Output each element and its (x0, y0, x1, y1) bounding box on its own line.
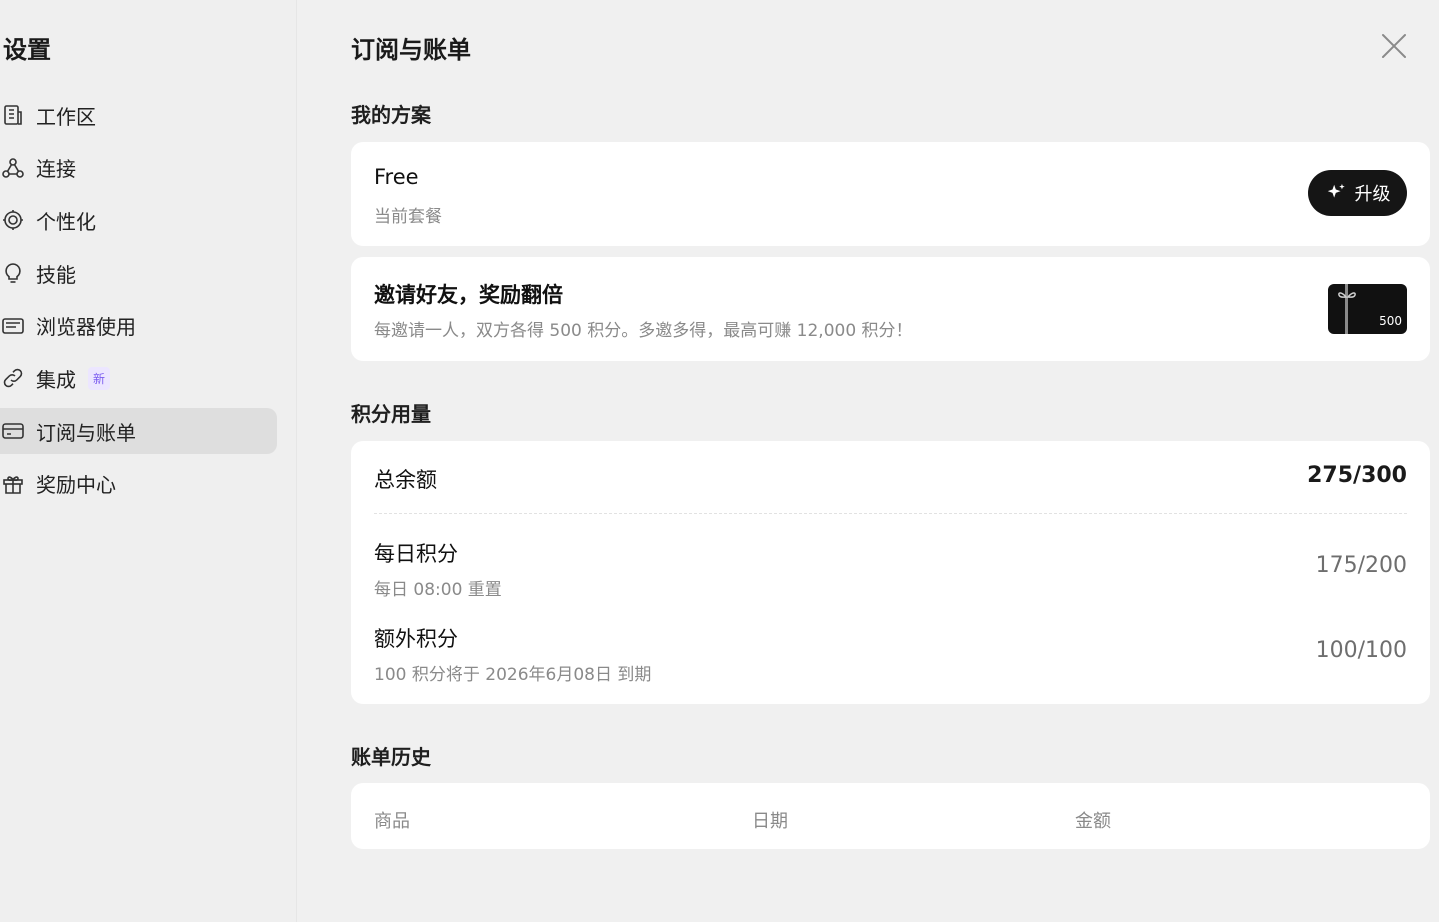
sidebar-item-label: 集成 (36, 367, 76, 392)
sparkle-icon (1327, 183, 1345, 198)
divider (374, 513, 1407, 514)
sidebar-item-rewards-center[interactable]: 奖励中心 (0, 461, 277, 507)
credits-section-title: 积分用量 (351, 402, 431, 426)
sidebar-item-integrations[interactable]: 集成 新 (0, 355, 277, 401)
daily-credits-label: 每日积分 (374, 542, 458, 566)
sidebar-item-label: 奖励中心 (36, 473, 116, 498)
total-balance-label: 总余额 (374, 468, 437, 492)
billing-main-panel: 订阅与账单 我的方案 Free 当前套餐 升级 邀请好友，奖励翻倍 每邀请一人，… (351, 0, 1430, 922)
current-plan-card: Free 当前套餐 升级 (351, 142, 1430, 246)
sidebar-item-label: 个性化 (36, 209, 96, 234)
sidebar-nav: 工作区 连接 个性化 技能 浏览器使用 集成 新 订阅与账单 奖励中心 (0, 92, 277, 514)
plan-subtitle: 当前套餐 (374, 207, 442, 227)
gift-bow-icon (1338, 292, 1356, 298)
invite-friends-card[interactable]: 邀请好友，奖励翻倍 每邀请一人，双方各得 500 积分。多邀多得，最高可赚 12… (351, 257, 1430, 361)
sidebar-item-skills[interactable]: 技能 (0, 250, 277, 296)
column-header-amount: 金额 (1075, 811, 1111, 832)
daily-credits-value: 175/200 (1315, 553, 1407, 578)
sidebar-item-workspace[interactable]: 工作区 (0, 92, 277, 138)
page-title: 订阅与账单 (351, 36, 471, 64)
billing-history-table: 商品 日期 金额 (351, 783, 1430, 849)
link-icon (0, 365, 26, 391)
gift-icon (0, 471, 26, 497)
column-header-product: 商品 (374, 811, 410, 832)
sidebar-title: 设置 (3, 36, 51, 64)
upgrade-button[interactable]: 升级 (1308, 170, 1407, 216)
sidebar-item-subscription-billing[interactable]: 订阅与账单 (0, 408, 277, 455)
sidebar-item-browser-use[interactable]: 浏览器使用 (0, 303, 277, 349)
daily-credits-subtitle: 每日 08:00 重置 (374, 580, 502, 600)
column-header-date: 日期 (752, 811, 788, 832)
gift-amount: 500 (1379, 314, 1402, 328)
extra-credits-label: 额外积分 (374, 627, 458, 651)
browser-icon (0, 313, 26, 339)
sidebar-item-label: 技能 (36, 262, 76, 287)
building-icon (0, 102, 26, 128)
billing-history-section-title: 账单历史 (351, 745, 431, 769)
gift-card-image: 500 (1328, 284, 1407, 334)
personalize-icon (0, 207, 26, 233)
invite-description: 每邀请一人，双方各得 500 积分。多邀多得，最高可赚 12,000 积分！ (374, 321, 913, 341)
sidebar-item-label: 工作区 (36, 104, 96, 129)
settings-sidebar: 设置 工作区 连接 个性化 技能 浏览器使用 集成 新 订阅与账单 奖励中心 (0, 0, 297, 922)
sidebar-item-label: 连接 (36, 157, 76, 182)
close-icon (1382, 34, 1406, 58)
lightbulb-icon (0, 260, 26, 286)
sidebar-item-personalization[interactable]: 个性化 (0, 197, 277, 243)
sidebar-item-connections[interactable]: 连接 (0, 145, 277, 191)
upgrade-button-label: 升级 (1354, 184, 1391, 205)
connections-icon (0, 155, 26, 181)
new-badge: 新 (88, 366, 111, 390)
sidebar-item-label: 订阅与账单 (36, 420, 136, 445)
credits-usage-card: 总余额 275/300 每日积分 每日 08:00 重置 175/200 额外积… (351, 441, 1430, 704)
close-button[interactable] (1380, 32, 1408, 60)
my-plan-section-title: 我的方案 (351, 103, 431, 127)
total-balance-value: 275/300 (1307, 463, 1407, 488)
invite-title: 邀请好友，奖励翻倍 (374, 283, 563, 307)
extra-credits-value: 100/100 (1315, 638, 1407, 663)
extra-credits-subtitle: 100 积分将于 2026年6月08日 到期 (374, 665, 652, 685)
card-icon (0, 418, 26, 444)
plan-name: Free (374, 165, 419, 189)
sidebar-item-label: 浏览器使用 (36, 315, 136, 340)
